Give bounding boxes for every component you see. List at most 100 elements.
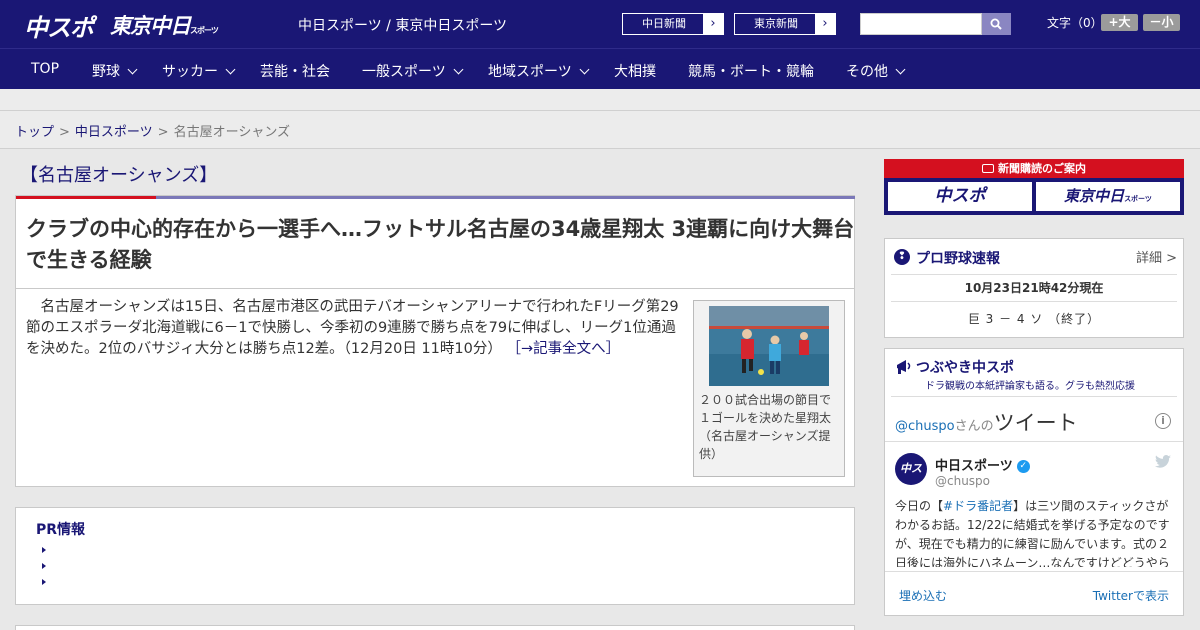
- font-larger-button[interactable]: +大: [1101, 14, 1138, 31]
- chunichi-shimbun-button[interactable]: 中日新聞 ›: [622, 13, 724, 35]
- chunichi-shimbun-label: 中日新聞: [642, 17, 686, 30]
- divider: [891, 301, 1177, 302]
- title-rule-red: [16, 196, 156, 199]
- subscription-banner[interactable]: 新聞購読のご案内 中スポ 東京中日スポーツ: [884, 159, 1184, 215]
- sub-tokyo-text: 東京中日: [1064, 187, 1125, 205]
- author-name-text: 中日スポーツ: [935, 459, 1013, 474]
- nav-label: TOP: [31, 61, 60, 77]
- title-rule-purple: [156, 196, 855, 199]
- baseball-title[interactable]: プロ野球速報: [916, 248, 1000, 268]
- tokyo-shimbun-button[interactable]: 東京新聞 ›: [734, 13, 836, 35]
- tweets-title: つぶやき中スポ: [916, 360, 1014, 376]
- avatar[interactable]: 中スポ: [895, 453, 927, 485]
- view-on-twitter-link[interactable]: Twitterで表示: [1093, 587, 1169, 604]
- photo-figure: ２００試合出場の節目で１ゴールを決めた星翔太（名古屋オーシャンズ提供）: [693, 300, 845, 477]
- sub-tokyo-small: スポーツ: [1124, 195, 1152, 203]
- nav-label: 野球: [92, 64, 120, 80]
- twitter-widget: つぶやき中スポ ドラ観戦の本紙評論家も語る。グラも熱烈応援 @chuspoさんの…: [884, 348, 1184, 616]
- nav-label: 芸能・社会: [260, 64, 330, 80]
- nav-label: 地域スポーツ: [488, 64, 572, 80]
- nav-other[interactable]: その他: [846, 61, 906, 81]
- nav-label: その他: [846, 64, 888, 80]
- breadcrumb-separator: >: [59, 125, 70, 140]
- nav-entertainment[interactable]: 芸能・社会: [260, 61, 330, 81]
- score-timestamp: 10月23日21時42分現在: [964, 281, 1104, 295]
- megaphone-icon: [897, 360, 911, 374]
- nav-regional-sports[interactable]: 地域スポーツ: [488, 61, 590, 81]
- divider: [885, 571, 1183, 572]
- pr-title: PR情報: [36, 522, 86, 538]
- newspaper-icon: [982, 164, 994, 173]
- breadcrumb-chunichi-sports-link[interactable]: 中日スポーツ: [75, 125, 153, 140]
- category-title: 【名古屋オーシャンズ】: [20, 165, 218, 186]
- nav-baseball[interactable]: 野球: [92, 61, 138, 81]
- nav-label: 大相撲: [614, 64, 656, 80]
- tokyo-shimbun-label: 東京新聞: [754, 17, 798, 30]
- breadcrumb-bar: トップ > 中日スポーツ > 名古屋オーシャンズ: [0, 111, 1200, 149]
- pr-bullet-icon[interactable]: [42, 563, 46, 569]
- breadcrumb-current: 名古屋オーシャンズ: [173, 125, 291, 140]
- font-smaller-button[interactable]: －小: [1143, 14, 1180, 31]
- baseball-icon: ❢: [894, 249, 910, 265]
- chevron-down-icon: [579, 64, 590, 75]
- embed-link[interactable]: 埋め込む: [899, 587, 947, 604]
- timeline-header: @chuspoさんのツイート: [895, 407, 1078, 437]
- article-photo[interactable]: [709, 306, 829, 386]
- tokyo-chunichi-logo[interactable]: 東京中日スポーツ: [110, 10, 219, 40]
- tweet-author-username[interactable]: @chuspo: [935, 474, 990, 488]
- article-body: 名古屋オーシャンズは15日、名古屋市港区の武田テバオーシャンアリーナで行われたF…: [26, 297, 686, 360]
- timeline-san: さんの: [954, 419, 994, 434]
- divider: [885, 441, 1183, 442]
- article-headline[interactable]: クラブの中心的存在から一選手へ…フットサル名古屋の34歳星翔太 3連覇に向け大舞…: [26, 214, 856, 276]
- nav-label: 一般スポーツ: [362, 64, 446, 80]
- breadcrumb: トップ > 中日スポーツ > 名古屋オーシャンズ: [15, 121, 290, 140]
- chuspo-logo[interactable]: 中スポ: [24, 8, 94, 43]
- twitter-bird-icon[interactable]: [1155, 455, 1171, 469]
- info-icon[interactable]: i: [1155, 413, 1171, 429]
- nav-sumo[interactable]: 大相撲: [614, 61, 656, 81]
- breadcrumb-separator: >: [157, 125, 169, 140]
- tweet-text-start: 今日の【: [895, 499, 944, 513]
- tweet-text: 今日の【#ドラ番記者】は三ツ間のスティックさがわかるお話。12/22に結婚式を挙…: [895, 497, 1175, 567]
- font-size-label: 文字（0）: [1047, 16, 1103, 30]
- nav-label: 競馬・ボート・競輪: [688, 64, 814, 80]
- pr-info-box: PR情報: [15, 507, 855, 605]
- tokyo-logo-small: スポーツ: [190, 26, 219, 35]
- subscription-title-text: 新聞購読のご案内: [998, 162, 1086, 175]
- pr-bullet-icon[interactable]: [42, 547, 46, 553]
- breadcrumb-top-link[interactable]: トップ: [15, 125, 54, 140]
- chevron-down-icon: [453, 64, 464, 75]
- article-card: クラブの中心的存在から一選手へ…フットサル名古屋の34歳星翔太 3連覇に向け大舞…: [15, 195, 855, 487]
- subscribe-tokyo-logo[interactable]: 東京中日スポーツ: [1036, 182, 1180, 211]
- timeline-handle-link[interactable]: @chuspo: [895, 419, 955, 434]
- baseball-scores-widget: ❢ プロ野球速報 詳細 > 10月23日21時42分現在 巨 3 － 4 ソ （…: [884, 238, 1184, 338]
- nav-racing[interactable]: 競馬・ボート・競輪: [688, 61, 814, 81]
- chevron-down-icon: [895, 64, 906, 75]
- read-more-link[interactable]: ［→記事全文へ］: [506, 341, 620, 357]
- game-score[interactable]: 巨 3 － 4 ソ （終了）: [885, 310, 1183, 327]
- search-input[interactable]: [860, 13, 982, 35]
- divider: [16, 288, 854, 289]
- search-button[interactable]: [982, 13, 1011, 35]
- search-icon: [990, 18, 1002, 30]
- subscribe-chuspo-logo[interactable]: 中スポ: [888, 182, 1032, 211]
- next-section-box: [15, 625, 855, 630]
- main-nav: TOP 野球 サッカー 芸能・社会 一般スポーツ 地域スポーツ 大相撲 競馬・ボ…: [0, 48, 1200, 89]
- nav-soccer[interactable]: サッカー: [162, 61, 236, 81]
- chevron-right-icon: ›: [703, 14, 723, 34]
- nav-general-sports[interactable]: 一般スポーツ: [362, 61, 464, 81]
- divider: [891, 274, 1177, 275]
- baseball-detail-link[interactable]: 詳細 >: [1136, 247, 1177, 266]
- tokyo-logo-text: 東京中日: [110, 14, 191, 38]
- chevron-down-icon: [225, 64, 236, 75]
- ad-strip: [0, 89, 1200, 111]
- chevron-down-icon: [127, 64, 138, 75]
- tweet-author-name[interactable]: 中日スポーツ ✓: [935, 455, 1030, 474]
- hashtag-link[interactable]: #ドラ番記者: [943, 499, 1013, 513]
- verified-badge-icon: ✓: [1016, 460, 1030, 473]
- subscription-title: 新聞購読のご案内: [884, 159, 1184, 178]
- pr-bullet-icon[interactable]: [42, 579, 46, 585]
- photo-caption: ２００試合出場の節目で１ゴールを決めた星翔太（名古屋オーシャンズ提供）: [699, 393, 832, 461]
- nav-top[interactable]: TOP: [31, 61, 59, 77]
- site-title-link[interactable]: 中日スポーツ / 東京中日スポーツ: [298, 15, 507, 35]
